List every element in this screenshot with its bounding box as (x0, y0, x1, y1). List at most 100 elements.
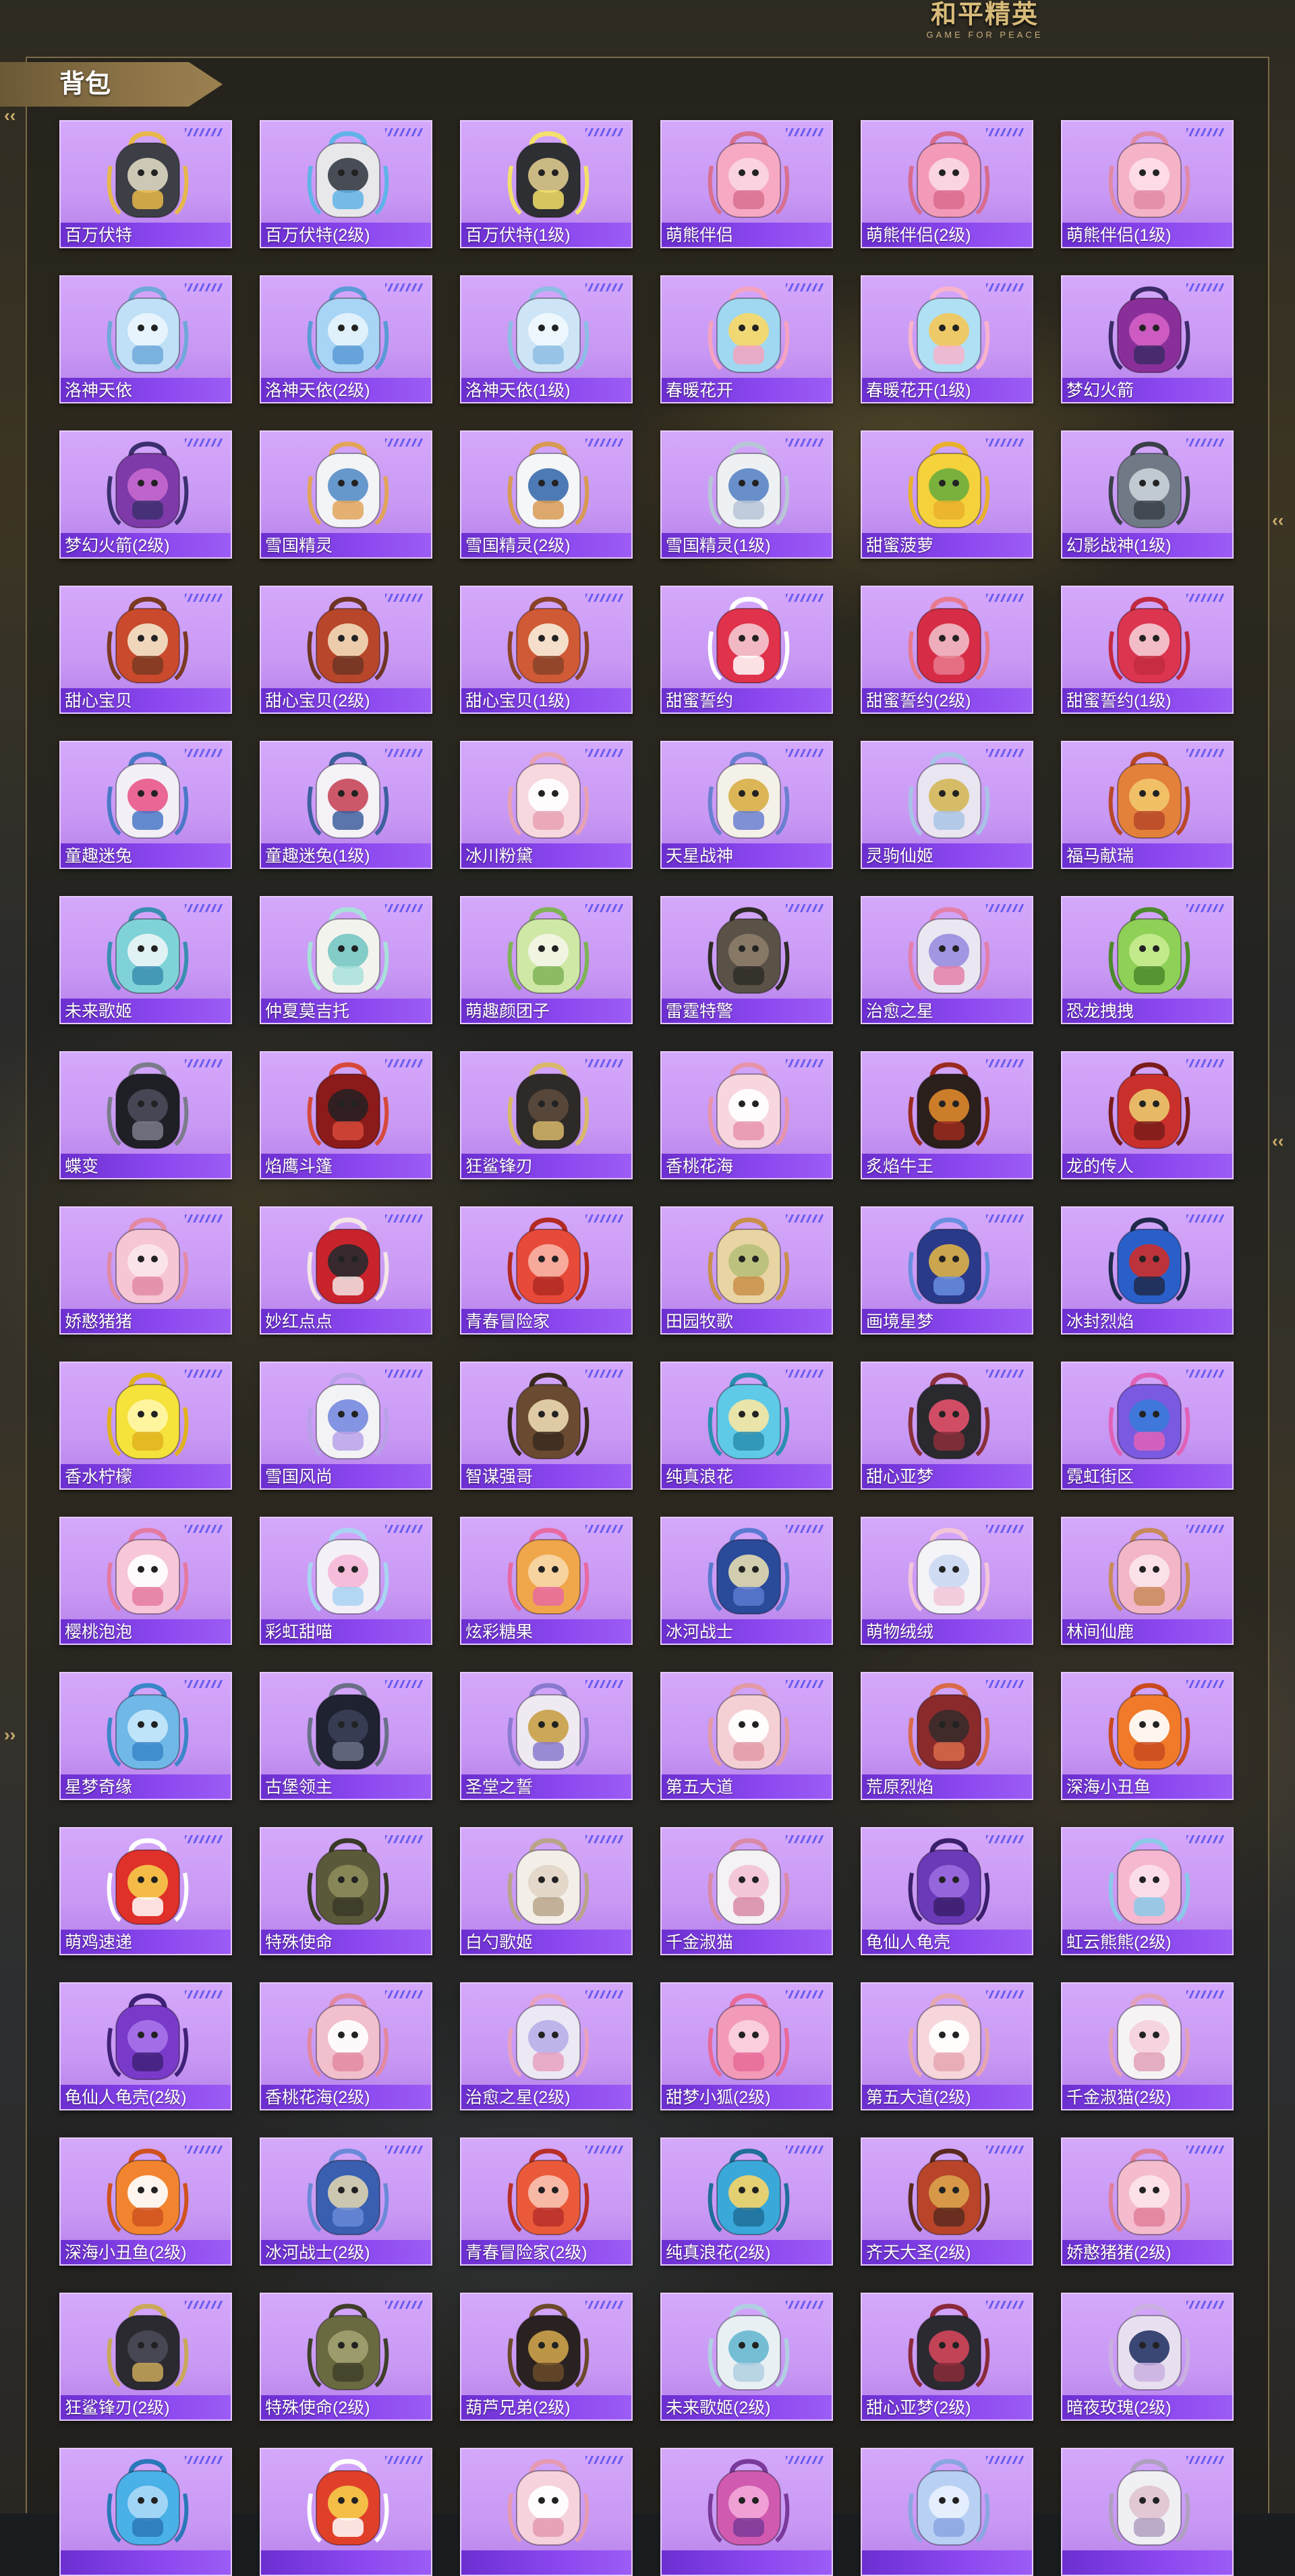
backpack-card[interactable]: 甜梦小狐(2级) (660, 1982, 833, 2110)
backpack-card[interactable]: 甜心亚梦(2级) (861, 2293, 1033, 2421)
backpack-card[interactable]: 萌熊伴侣(2级) (861, 120, 1033, 248)
backpack-card[interactable]: 洛神天依(2级) (260, 275, 432, 403)
backpack-card[interactable]: 炙焰牛王 (861, 1051, 1033, 1179)
backpack-card[interactable] (1061, 2448, 1234, 2576)
backpack-card[interactable]: 娇憨猪猪 (59, 1206, 232, 1335)
backpack-card[interactable]: 雪国精灵(2级) (460, 430, 633, 559)
backpack-card[interactable]: 蝶变 (59, 1051, 232, 1179)
backpack-card[interactable] (861, 2448, 1033, 2576)
backpack-card[interactable]: 冰河战士(2级) (260, 2137, 432, 2266)
backpack-card[interactable]: 福马献瑞 (1061, 741, 1234, 869)
backpack-card[interactable]: 第五大道 (660, 1672, 833, 1800)
backpack-card[interactable]: 梦幻火箭(2级) (59, 430, 232, 559)
backpack-card[interactable]: 甜心亚梦 (861, 1362, 1033, 1490)
backpack-card[interactable]: 青春冒险家(2级) (460, 2137, 633, 2266)
backpack-card[interactable]: 幻影战神(1级) (1061, 430, 1234, 559)
backpack-card[interactable]: 萌趣颜团子 (460, 896, 633, 1024)
backpack-card[interactable]: 童趣迷兔(1级) (260, 741, 432, 869)
backpack-card[interactable]: 童趣迷兔 (59, 741, 232, 869)
backpack-card[interactable]: 冰川粉黛 (460, 741, 633, 869)
backpack-card[interactable]: 龟仙人龟壳(2级) (59, 1982, 232, 2110)
backpack-card[interactable]: 炫彩糖果 (460, 1517, 633, 1645)
backpack-card[interactable]: 焰鹰斗篷 (260, 1051, 432, 1179)
backpack-card[interactable]: 纯真浪花(2级) (660, 2137, 833, 2266)
backpack-card[interactable]: 千金淑猫(2级) (1061, 1982, 1234, 2110)
backpack-card[interactable]: 虹云熊熊(2级) (1061, 1827, 1234, 1955)
backpack-card[interactable]: 雷霆特警 (660, 896, 833, 1024)
backpack-card[interactable]: 百万伏特 (59, 120, 232, 248)
backpack-card[interactable]: 雪国风尚 (260, 1362, 432, 1490)
backpack-card[interactable]: 彩虹甜喵 (260, 1517, 432, 1645)
backpack-icon (107, 1528, 189, 1615)
backpack-card[interactable]: 萌熊伴侣(1级) (1061, 120, 1234, 248)
backpack-card[interactable]: 洛神天依(1级) (460, 275, 633, 403)
backpack-card[interactable]: 未来歌姬(2级) (660, 2293, 833, 2421)
backpack-card[interactable]: 洛神天依 (59, 275, 232, 403)
backpack-card[interactable]: 圣堂之誓 (460, 1672, 633, 1800)
backpack-icon (708, 1528, 790, 1615)
backpack-card[interactable] (460, 2448, 633, 2576)
backpack-card[interactable]: 春暖花开(1级) (861, 275, 1033, 403)
backpack-card[interactable]: 恐龙拽拽 (1061, 896, 1234, 1024)
backpack-card[interactable]: 甜蜜菠萝 (861, 430, 1033, 559)
backpack-card[interactable]: 未来歌姬 (59, 896, 232, 1024)
backpack-card[interactable]: 甜蜜誓约(2级) (861, 586, 1033, 714)
backpack-card[interactable] (660, 2448, 833, 2576)
backpack-card[interactable]: 香桃花海 (660, 1051, 833, 1179)
backpack-card[interactable]: 狂鲨锋刃 (460, 1051, 633, 1179)
backpack-card[interactable]: 智谋强哥 (460, 1362, 633, 1490)
backpack-card[interactable]: 治愈之星(2级) (460, 1982, 633, 2110)
backpack-card[interactable]: 狂鲨锋刃(2级) (59, 2293, 232, 2421)
backpack-card[interactable]: 林间仙鹿 (1061, 1517, 1234, 1645)
backpack-card[interactable]: 萌熊伴侣 (660, 120, 833, 248)
backpack-card[interactable]: 妙红点点 (260, 1206, 432, 1335)
backpack-name: 未来歌姬(2级) (666, 2399, 771, 2417)
backpack-card[interactable]: 冰封烈焰 (1061, 1206, 1234, 1335)
backpack-card[interactable]: 画境星梦 (861, 1206, 1033, 1335)
backpack-card[interactable]: 纯真浪花 (660, 1362, 833, 1490)
backpack-card[interactable]: 雪国精灵 (260, 430, 432, 559)
backpack-card[interactable]: 古堡领主 (260, 1672, 432, 1800)
backpack-card[interactable]: 治愈之星 (861, 896, 1033, 1024)
backpack-card[interactable]: 龙的传人 (1061, 1051, 1234, 1179)
backpack-card[interactable]: 春暖花开 (660, 275, 833, 403)
backpack-card[interactable]: 甜蜜誓约(1级) (1061, 586, 1234, 714)
backpack-card[interactable]: 雪国精灵(1级) (660, 430, 833, 559)
backpack-card[interactable]: 第五大道(2级) (861, 1982, 1033, 2110)
backpack-card[interactable]: 萌物绒绒 (861, 1517, 1033, 1645)
backpack-card[interactable]: 星梦奇缘 (59, 1672, 232, 1800)
backpack-card[interactable]: 齐天大圣(2级) (861, 2137, 1033, 2266)
backpack-card[interactable]: 甜心宝贝(1级) (460, 586, 633, 714)
backpack-card[interactable]: 灵驹仙姬 (861, 741, 1033, 869)
backpack-card[interactable]: 甜蜜誓约 (660, 586, 833, 714)
backpack-card[interactable] (260, 2448, 432, 2576)
backpack-card[interactable]: 梦幻火箭 (1061, 275, 1234, 403)
backpack-card[interactable]: 龟仙人龟壳 (861, 1827, 1033, 1955)
backpack-card[interactable]: 白勺歌姬 (460, 1827, 633, 1955)
backpack-card[interactable]: 冰河战士 (660, 1517, 833, 1645)
backpack-card[interactable]: 天星战神 (660, 741, 833, 869)
backpack-card[interactable]: 仲夏莫吉托 (260, 896, 432, 1024)
backpack-card[interactable]: 千金淑猫 (660, 1827, 833, 1955)
backpack-card[interactable]: 香水柠檬 (59, 1362, 232, 1490)
backpack-card[interactable]: 深海小丑鱼 (1061, 1672, 1234, 1800)
backpack-card[interactable]: 香桃花海(2级) (260, 1982, 432, 2110)
backpack-card[interactable]: 霓虹街区 (1061, 1362, 1234, 1490)
backpack-card[interactable]: 甜心宝贝 (59, 586, 232, 714)
backpack-card[interactable]: 娇憨猪猪(2级) (1061, 2137, 1234, 2266)
backpack-card[interactable] (59, 2448, 232, 2576)
backpack-card[interactable]: 田园牧歌 (660, 1206, 833, 1335)
backpack-card[interactable]: 萌鸡速递 (59, 1827, 232, 1955)
backpack-card[interactable]: 百万伏特(1级) (460, 120, 633, 248)
backpack-card[interactable]: 葫芦兄弟(2级) (460, 2293, 633, 2421)
backpack-card[interactable]: 百万伏特(2级) (260, 120, 432, 248)
backpack-name: 齐天大圣(2级) (866, 2243, 971, 2262)
backpack-card[interactable]: 樱桃泡泡 (59, 1517, 232, 1645)
backpack-card[interactable]: 暗夜玫瑰(2级) (1061, 2293, 1234, 2421)
backpack-card[interactable]: 特殊使命(2级) (260, 2293, 432, 2421)
backpack-card[interactable]: 青春冒险家 (460, 1206, 633, 1335)
backpack-card[interactable]: 甜心宝贝(2级) (260, 586, 432, 714)
backpack-card[interactable]: 荒原烈焰 (861, 1672, 1033, 1800)
backpack-card[interactable]: 特殊使命 (260, 1827, 432, 1955)
backpack-card[interactable]: 深海小丑鱼(2级) (59, 2137, 232, 2266)
